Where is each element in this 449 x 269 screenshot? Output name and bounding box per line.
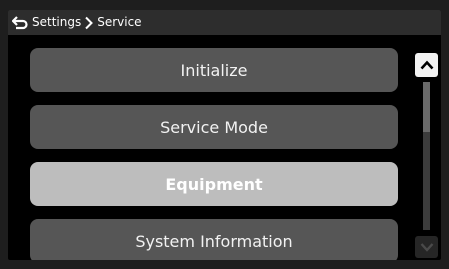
scroll-down-button[interactable] [415, 236, 438, 258]
scrollbar-thumb[interactable] [423, 82, 430, 132]
system-information-button[interactable]: System Information [30, 219, 398, 260]
title-bar: Settings Service [8, 10, 441, 35]
device-screen: Settings Service Initialize Service Mode… [8, 10, 441, 260]
chevron-up-icon [420, 60, 433, 70]
back-button[interactable] [8, 10, 32, 35]
initialize-button[interactable]: Initialize [30, 48, 398, 92]
chevron-right-icon [81, 10, 97, 35]
chevron-down-icon [420, 243, 433, 252]
scrollbar-track[interactable] [423, 82, 430, 230]
breadcrumb-settings[interactable]: Settings [32, 10, 81, 35]
return-arrow-icon [12, 15, 28, 29]
service-mode-button[interactable]: Service Mode [30, 105, 398, 149]
scroll-up-button[interactable] [415, 53, 438, 77]
breadcrumb-service: Service [97, 15, 142, 29]
equipment-button[interactable]: Equipment [30, 162, 398, 206]
